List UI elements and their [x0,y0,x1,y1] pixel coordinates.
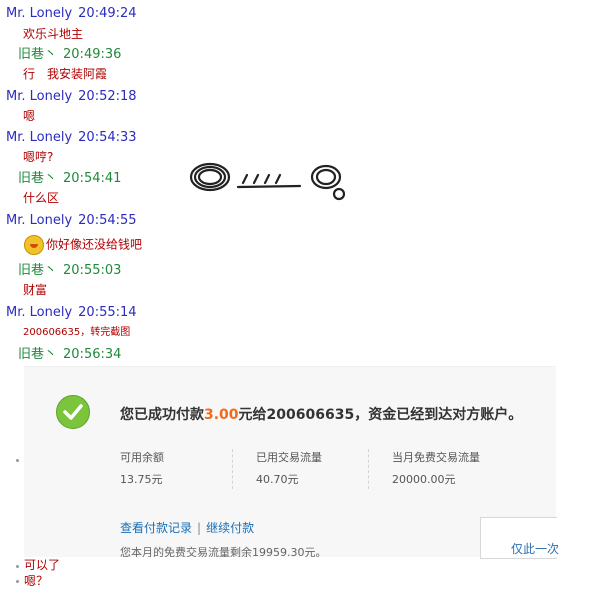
continue-payment-link[interactable]: 继续付款 [206,521,254,535]
list-bullet [16,580,19,583]
message-header: Mr. Lonely 20:55:14 [6,304,137,321]
timestamp: 20:56:34 [63,347,122,362]
link-separator: | [197,521,202,535]
message-header: Mr. Lonely 20:52:18 [6,88,137,105]
sender-name: 旧巷丶 [18,47,58,62]
side-promo-text: 仅此一次 [511,542,560,556]
message-text: 可以了 [24,558,61,572]
stat-label: 当月免费交易流量 [392,451,480,464]
message-header: 旧巷丶 20:56:34 [18,346,121,363]
message-header: 旧巷丶 20:55:03 [18,262,121,279]
message-header: Mr. Lonely 20:54:33 [6,129,137,146]
list-bullet [16,565,19,568]
list-bullet [16,459,19,462]
timestamp: 20:52:18 [78,89,137,104]
message-text: 什么区 [23,191,60,205]
free-traffic-note: 您本月的免费交易流量剩余19959.30元。 [120,546,327,557]
stat-label: 已用交易流量 [256,451,322,464]
stat-value: 13.75元 [120,473,163,486]
payment-amount: 3.00 [204,407,239,423]
stat-free-traffic: 当月免费交易流量 20000.00元 [392,449,480,487]
check-circle-icon [56,395,90,429]
doodle-face-sticker [189,162,346,201]
message-text: 财富 [23,283,48,297]
stat-value: 20000.00元 [392,473,456,486]
angry-face-icon [24,235,44,255]
divider [368,449,370,489]
message-header: Mr. Lonely 20:49:24 [6,5,137,22]
message-text: 嗯？ [24,574,49,588]
message-text-content: 你好像还没给钱吧 [46,237,143,252]
message-text: 你好像还没给钱吧 [24,235,142,255]
sender-name: Mr. Lonely [6,6,73,21]
stat-used-traffic: 已用交易流量 40.70元 [256,449,322,487]
stat-label: 可用余额 [120,451,164,464]
payment-links: 查看付款记录 | 继续付款 [120,519,254,536]
timestamp: 20:49:36 [63,47,122,62]
payment-screenshot: 您已成功付款3.00元给200606635，资金已经到达对方账户。 可用余额 1… [24,366,560,559]
sender-name: Mr. Lonely [6,305,73,320]
timestamp: 20:55:14 [78,305,137,320]
stat-value: 40.70元 [256,473,299,486]
message-header: 旧巷丶 20:54:41 [18,170,121,187]
divider [232,449,234,489]
message-text: 嗯哼? [23,150,54,164]
timestamp: 20:54:55 [78,213,137,228]
side-promo-box[interactable]: 仅此一次 [480,517,560,559]
sender-name: 旧巷丶 [18,263,58,278]
message-text: 200606635，转完截图 [23,327,131,338]
account-stats: 可用余额 13.75元 已用交易流量 40.70元 当月免费交易流量 20000… [120,449,540,493]
stat-available-balance: 可用余额 13.75元 [120,449,164,487]
chat-log: Mr. Lonely 20:49:24 欢乐斗地主 旧巷丶 20:49:36 行 我… [0,0,613,595]
sender-name: Mr. Lonely [6,89,73,104]
timestamp: 20:54:33 [78,130,137,145]
sender-name: 旧巷丶 [18,347,58,362]
message-header: 旧巷丶 20:49:36 [18,46,121,63]
sender-name: Mr. Lonely [6,130,73,145]
sender-name: 旧巷丶 [18,171,58,186]
timestamp: 20:49:24 [78,6,137,21]
sender-name: Mr. Lonely [6,213,73,228]
message-header: Mr. Lonely 20:54:55 [6,212,137,229]
message-text: 行 我安装阿霞 [23,67,108,81]
timestamp: 20:54:41 [63,171,122,186]
timestamp: 20:55:03 [63,263,122,278]
message-text: 欢乐斗地主 [23,27,84,41]
payment-success-message: 您已成功付款3.00元给200606635，资金已经到达对方账户。 [120,404,522,424]
view-payment-records-link[interactable]: 查看付款记录 [120,521,192,535]
message-text: 嗯 [23,109,36,123]
success-prefix: 您已成功付款 [120,407,204,423]
success-suffix: 元给200606635，资金已经到达对方账户。 [238,407,523,423]
